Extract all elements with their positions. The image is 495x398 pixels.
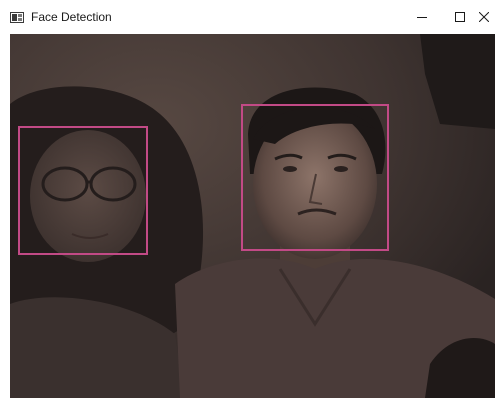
opencv-window-icon <box>10 12 24 23</box>
close-icon <box>478 12 489 22</box>
face-detection-box <box>18 126 148 255</box>
window-title: Face Detection <box>31 10 112 24</box>
maximize-icon <box>455 12 465 22</box>
minimize-button[interactable] <box>405 0 439 34</box>
title-bar[interactable]: Face Detection <box>0 0 495 34</box>
face-detection-window: Face Detection <box>0 0 495 398</box>
minimize-icon <box>417 17 427 18</box>
face-detection-box <box>241 104 389 251</box>
close-button[interactable] <box>472 0 495 34</box>
camera-feed <box>10 34 495 398</box>
